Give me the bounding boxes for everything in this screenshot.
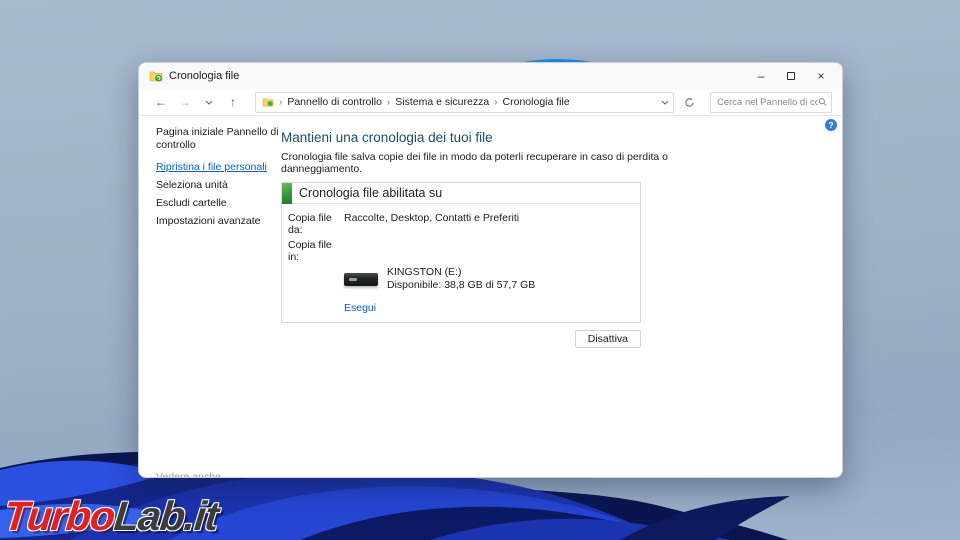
- breadcrumb-separator: ›: [494, 97, 497, 108]
- chevron-down-icon: [205, 100, 213, 105]
- watermark-logo: TurboLab.it: [2, 493, 221, 540]
- history-dropdown-button[interactable]: [199, 92, 219, 112]
- run-now-link[interactable]: Esegui: [344, 302, 376, 314]
- status-on-indicator: [282, 183, 292, 204]
- copy-from-value: Raccolte, Desktop, Contatti e Preferiti: [344, 212, 519, 236]
- watermark-turbo: Turbo: [2, 493, 117, 539]
- up-button[interactable]: ↑: [223, 92, 243, 112]
- window-title: Cronologia file: [169, 70, 746, 82]
- status-header: Cronologia file abilitata su: [282, 183, 640, 204]
- desktop: TurboLab.it Cronologia file – × ← →: [0, 0, 960, 540]
- breadcrumb-separator: ›: [387, 97, 390, 108]
- address-bar[interactable]: › Pannello di controllo › Sistema e sicu…: [255, 92, 674, 113]
- status-title: Cronologia file abilitata su: [299, 186, 442, 200]
- chevron-down-icon: [661, 100, 669, 105]
- copy-to-label: Copia file in:: [288, 239, 340, 263]
- sidebar-item-advanced-settings[interactable]: Impostazioni avanzate: [156, 215, 281, 228]
- forward-button[interactable]: →: [175, 92, 195, 112]
- breadcrumb-control-panel[interactable]: Pannello di controllo: [287, 96, 382, 108]
- refresh-icon: [684, 97, 695, 108]
- sidebar: Pagina iniziale Pannello di controllo Ri…: [139, 116, 281, 478]
- search-input[interactable]: [717, 97, 818, 108]
- copy-to-row: Copia file in:: [288, 239, 634, 263]
- drive-row: KINGSTON (E:) Disponibile: 38,8 GB di 57…: [288, 266, 634, 292]
- external-drive-icon: [344, 273, 378, 286]
- breadcrumb-system-security[interactable]: Sistema e sicurezza: [395, 96, 489, 108]
- maximize-button[interactable]: [776, 65, 806, 87]
- breadcrumb: › Pannello di controllo › Sistema e sicu…: [279, 96, 661, 108]
- copy-from-label: Copia file da:: [288, 212, 340, 236]
- control-panel-window: Cronologia file – × ← → ↑ ›: [138, 62, 843, 478]
- watermark-labit: Lab.it: [112, 493, 220, 539]
- refresh-button[interactable]: [678, 92, 700, 112]
- turn-off-button[interactable]: Disattiva: [575, 330, 641, 348]
- help-icon[interactable]: ?: [825, 119, 837, 131]
- breadcrumb-file-history[interactable]: Cronologia file: [503, 96, 570, 108]
- drive-space: Disponibile: 38,8 GB di 57,7 GB: [387, 279, 535, 292]
- sidebar-item-home[interactable]: Pagina iniziale Pannello di controllo: [156, 126, 281, 152]
- navigation-toolbar: ← → ↑ › Pannello di controllo › Sistema …: [139, 89, 842, 116]
- sidebar-item-restore-personal-files[interactable]: Ripristina i file personali: [156, 161, 281, 174]
- maximize-icon: [787, 72, 795, 80]
- see-also-header: Vedere anche: [156, 471, 276, 478]
- titlebar[interactable]: Cronologia file – ×: [139, 63, 842, 89]
- see-also-section: Vedere anche Ripristino Ba: [156, 471, 276, 478]
- status-details: Copia file da: Raccolte, Desktop, Contat…: [282, 204, 640, 322]
- close-button[interactable]: ×: [806, 65, 836, 87]
- search-icon: [818, 97, 827, 107]
- breadcrumb-separator: ›: [279, 97, 282, 108]
- file-history-icon-small: [262, 97, 274, 107]
- page-description: Cronologia file salva copie dei file in …: [281, 151, 691, 175]
- search-box: [710, 92, 832, 113]
- drive-name: KINGSTON (E:): [387, 266, 535, 279]
- window-body: ? Pagina iniziale Pannello di controllo …: [139, 116, 842, 478]
- page-title: Mantieni una cronologia dei tuoi file: [281, 130, 691, 145]
- minimize-button[interactable]: –: [746, 65, 776, 87]
- back-button[interactable]: ←: [151, 92, 171, 112]
- sidebar-item-exclude-folders[interactable]: Escludi cartelle: [156, 197, 281, 210]
- copy-from-row: Copia file da: Raccolte, Desktop, Contat…: [288, 212, 634, 236]
- file-history-status-box: Cronologia file abilitata su Copia file …: [281, 182, 641, 323]
- main-panel: Mantieni una cronologia dei tuoi file Cr…: [281, 116, 691, 348]
- address-dropdown-button[interactable]: [661, 100, 669, 105]
- sidebar-item-select-drive[interactable]: Seleziona unità: [156, 179, 281, 192]
- file-history-icon: [149, 70, 163, 82]
